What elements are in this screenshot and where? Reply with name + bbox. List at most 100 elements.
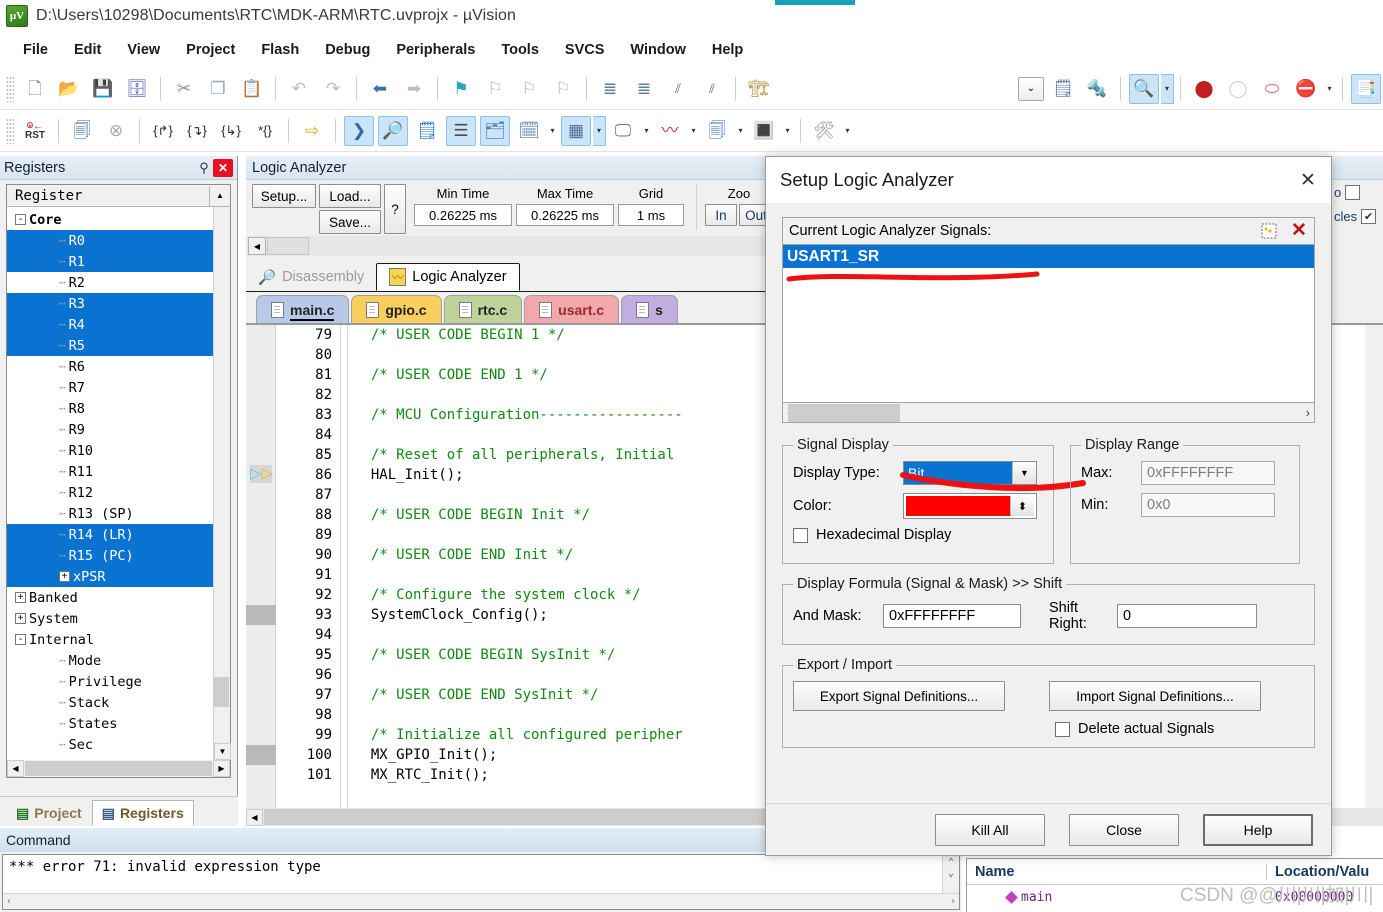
serial-windows-icon[interactable]: 🖵: [608, 116, 638, 146]
registers-vertical-thumb[interactable]: [214, 677, 229, 707]
kill-all-breakpoints-icon[interactable]: ⛔: [1291, 74, 1321, 104]
stop-icon[interactable]: ⊗: [101, 116, 131, 146]
call-stack-window-icon[interactable]: 🗂: [480, 115, 510, 146]
step-over-icon[interactable]: {↴}: [182, 116, 212, 146]
menu-flash[interactable]: Flash: [248, 38, 312, 62]
la-scroll-left-button[interactable]: ◀: [248, 237, 266, 255]
navigate-back-icon[interactable]: ⬅: [365, 74, 395, 104]
help-button[interactable]: Help: [1203, 813, 1313, 846]
save-button[interactable]: Save...: [319, 210, 381, 234]
registers-window-icon[interactable]: ☰: [446, 115, 476, 146]
reset-cpu-icon[interactable]: ⌾← RST: [20, 116, 50, 146]
file-tab-s[interactable]: s: [621, 295, 678, 323]
color-picker[interactable]: ⬍: [903, 493, 1037, 519]
chevron-down-icon[interactable]: ▼: [1012, 462, 1036, 484]
system-analyzer-dropdown-arrow[interactable]: ▾: [781, 116, 794, 146]
register-row-r10[interactable]: ⋯ R10: [7, 440, 213, 461]
min-time-value[interactable]: 0.26225 ms: [414, 204, 512, 226]
bookmark-clear-icon[interactable]: ⚐: [548, 74, 578, 104]
collapse-icon[interactable]: -: [15, 634, 26, 645]
register-row-banked[interactable]: + Banked: [7, 587, 213, 608]
register-row-r3[interactable]: ⋯ R3: [7, 293, 213, 314]
editor-scroll-left-button[interactable]: ◀: [246, 808, 263, 826]
cut-icon[interactable]: ✂: [169, 74, 199, 104]
registers-scroll-right-button[interactable]: ▶: [213, 760, 230, 777]
start-debug-session-icon[interactable]: 🔍: [1129, 73, 1159, 104]
shift-right-input[interactable]: 0: [1117, 604, 1257, 628]
expand-icon[interactable]: +: [59, 571, 70, 582]
register-row-internal[interactable]: - Internal: [7, 629, 213, 650]
register-row-r6[interactable]: ⋯ R6: [7, 356, 213, 377]
indent-icon[interactable]: ≣: [595, 74, 625, 104]
menu-edit[interactable]: Edit: [61, 38, 114, 62]
paste-icon[interactable]: 📋: [237, 74, 267, 104]
menu-file[interactable]: File: [10, 38, 61, 62]
tab-logic-analyzer[interactable]: 〰 Logic Analyzer: [376, 263, 520, 291]
menu-tools[interactable]: Tools: [488, 38, 552, 62]
kill-all-button[interactable]: Kill All: [935, 813, 1045, 846]
command-scroll-down-button[interactable]: ⌄: [948, 868, 954, 879]
tools-dropdown-arrow[interactable]: ▾: [841, 116, 854, 146]
hidden-panel-checkbox-1[interactable]: [1345, 184, 1361, 200]
tab-registers[interactable]: ▤ Registers: [91, 800, 194, 826]
registers-scroll-up-button[interactable]: ▲: [210, 185, 230, 206]
delete-signal-icon[interactable]: ✕: [1284, 218, 1314, 244]
command-horizontal-scrollbar[interactable]: ‹ ›: [3, 893, 959, 909]
menu-help[interactable]: Help: [699, 38, 756, 62]
close-icon[interactable]: ✕: [213, 158, 233, 177]
menu-peripherals[interactable]: Peripherals: [383, 38, 488, 62]
max-time-value[interactable]: 0.26225 ms: [516, 204, 614, 226]
menu-svcs[interactable]: SVCS: [552, 38, 618, 62]
bookmark-prev-icon[interactable]: ⚐: [480, 74, 510, 104]
registers-horizontal-scrollbar[interactable]: ◀ ▶: [7, 760, 230, 777]
trace-windows-icon[interactable]: 🗐: [702, 116, 732, 146]
signals-horizontal-scrollbar[interactable]: ‹ ›: [782, 403, 1315, 423]
disable-breakpoint-icon[interactable]: ◯: [1223, 74, 1253, 104]
register-row-mode[interactable]: ⋯ Mode: [7, 650, 213, 671]
system-analyzer-icon[interactable]: 🔳: [749, 116, 779, 146]
executable-line-marker[interactable]: [246, 745, 276, 765]
register-row-r8[interactable]: ⋯ R8: [7, 398, 213, 419]
navigate-forward-icon[interactable]: ➡: [399, 74, 429, 104]
symbols-window-icon[interactable]: 🗒: [412, 116, 442, 146]
register-row-r2[interactable]: ⋯ R2: [7, 272, 213, 293]
breakpoints-dropdown-arrow[interactable]: ▾: [1323, 74, 1336, 104]
disable-all-breakpoints-icon[interactable]: ⬭: [1257, 74, 1287, 104]
insert-breakpoint-icon[interactable]: ⬤: [1189, 74, 1219, 104]
file-tab-gpio-c[interactable]: gpio.c: [351, 295, 442, 323]
outdent-icon[interactable]: ≣: [629, 74, 659, 104]
toolbar-grip[interactable]: [6, 117, 14, 144]
register-row-r5[interactable]: ⋯ R5: [7, 335, 213, 356]
serial-dropdown-arrow[interactable]: ▾: [640, 116, 653, 146]
analysis-windows-icon[interactable]: 〰: [655, 116, 685, 146]
save-icon[interactable]: 💾: [88, 74, 118, 104]
copy-icon[interactable]: ❐: [203, 74, 233, 104]
watch-dropdown-arrow[interactable]: ▾: [546, 116, 559, 146]
import-signal-definitions-button[interactable]: Import Signal Definitions...: [1049, 681, 1261, 711]
target-options-icon[interactable]: 🗒: [1048, 74, 1078, 104]
menu-debug[interactable]: Debug: [312, 38, 383, 62]
register-row-r9[interactable]: ⋯ R9: [7, 419, 213, 440]
register-row-xpsr[interactable]: + xPSR: [7, 566, 213, 587]
step-icon[interactable]: {↱}: [148, 116, 178, 146]
table-row[interactable]: main 0x00000000: [967, 885, 1383, 909]
step-out-icon[interactable]: {↳}: [216, 116, 246, 146]
bookmark-toggle-icon[interactable]: ⚑: [446, 74, 476, 104]
delete-actual-signals-checkbox[interactable]: Delete actual Signals: [1049, 721, 1261, 737]
save-all-icon[interactable]: 🗄: [122, 74, 152, 104]
collapse-icon[interactable]: -: [15, 214, 26, 225]
project-window-icon[interactable]: 📑: [1351, 73, 1381, 104]
close-icon[interactable]: ✕: [1285, 158, 1331, 202]
disassembly-window-icon[interactable]: 🔎: [378, 115, 408, 146]
editor-vertical-scrollbar[interactable]: [1365, 325, 1383, 808]
register-row-r14-lr[interactable]: ⋯ R14 (LR): [7, 524, 213, 545]
menu-view[interactable]: View: [114, 38, 173, 62]
register-row-privilege[interactable]: ⋯ Privilege: [7, 671, 213, 692]
file-tab-main-c[interactable]: main.c: [256, 295, 350, 323]
pin-icon[interactable]: ⚲: [195, 159, 213, 177]
command-window-icon[interactable]: ❯: [344, 115, 374, 146]
memory-windows-icon[interactable]: ▦: [561, 115, 591, 146]
toolbar-grip[interactable]: [6, 75, 14, 102]
min-input[interactable]: 0x0: [1141, 493, 1275, 517]
command-vertical-scrollbar[interactable]: ⌃ ⌄: [942, 855, 959, 893]
